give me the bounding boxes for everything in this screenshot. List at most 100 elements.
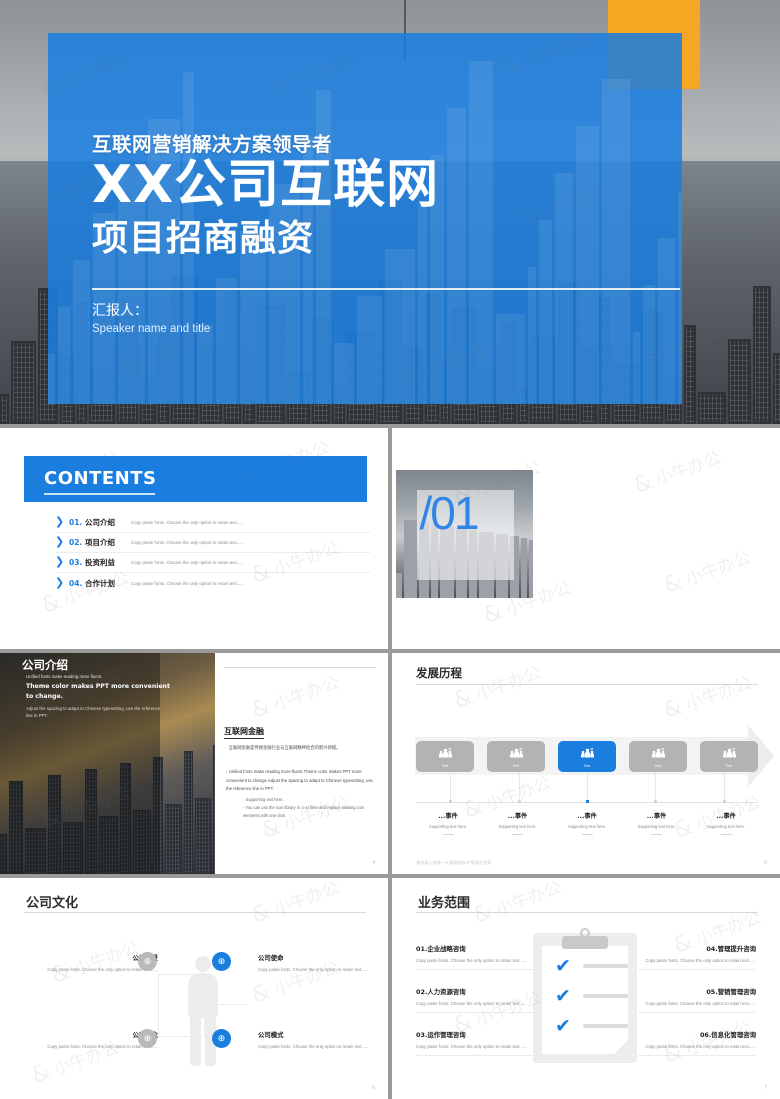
timeline-event-rule xyxy=(512,834,523,835)
culture-title: 公司文化 xyxy=(26,896,79,911)
slide-business-scope[interactable]: 业务范围 ✔ ✔ ✔ 01.企业战略咨询 Copy paste fonts. C… xyxy=(392,878,780,1099)
timeline-event-rule xyxy=(581,834,593,835)
contents-item-number: 04. xyxy=(69,578,83,588)
timeline-card-2[interactable]: Text xyxy=(487,741,545,772)
business-item-rule xyxy=(638,1012,756,1013)
business-item-title: 02.人力资源咨询 xyxy=(416,988,466,996)
timeline-event-support: Supporting text here. xyxy=(637,824,676,829)
business-item-1[interactable]: 01.企业战略咨询 Copy paste fonts. Choose the o… xyxy=(416,944,534,970)
business-item-4[interactable]: 04.管理提升咨询 Copy paste fonts. Choose the o… xyxy=(638,944,756,970)
company-intro-bullet-1: · 互联网金融是传统金融行业与互联网精神结合的新兴领域。 xyxy=(226,745,341,750)
culture-quadrant-4[interactable]: 公司模式 Copy paste fonts. Choose the only o… xyxy=(258,1030,386,1050)
group-icon xyxy=(509,747,523,758)
business-item-rule xyxy=(638,1055,756,1056)
checkmark-icon-3: ✔ xyxy=(555,1016,571,1037)
slide-thumbnail-deck: 互联网营销解决方案领导者 XX公司互联网 项目招商融资 汇报人： Speaker… xyxy=(0,0,780,1099)
target-icon[interactable]: ⊕ xyxy=(212,952,231,971)
company-intro-bullet-2: · Unified fonts make reading more fluent… xyxy=(226,769,373,791)
globe-icon[interactable]: ⊕ xyxy=(138,952,157,971)
page-number: 5 xyxy=(764,860,767,866)
business-item-title: 04.管理提升咨询 xyxy=(706,945,756,953)
bullet-1-text: 互联网金融是传统金融行业与互联网精神结合的新兴领域。 xyxy=(228,745,341,750)
business-item-desc: Copy paste fonts. Choose the only option… xyxy=(645,1001,756,1006)
section-photo: /01 xyxy=(396,470,533,598)
company-intro-photo-title: 公司介绍 xyxy=(22,658,68,672)
timeline-card-4[interactable]: Text xyxy=(629,741,687,772)
business-item-5[interactable]: 05.营销管理咨询 Copy paste fonts. Choose the o… xyxy=(638,987,756,1013)
timeline-event-name: ...事件 xyxy=(438,813,458,820)
timeline-card-5[interactable]: Text xyxy=(700,741,758,772)
timeline-card-1[interactable]: Text xyxy=(416,741,474,772)
timeline-dot-2 xyxy=(518,800,521,803)
network-icon[interactable]: ⊕ xyxy=(212,1029,231,1048)
contents-item-desc: Copy paste fonts. Choose the only option… xyxy=(131,560,245,565)
timeline-footnote: 请勿插入原单一元素和团队中等成员文案 xyxy=(416,860,492,865)
timeline-event-support: Supporting text here. xyxy=(498,824,537,829)
business-item-2[interactable]: 02.人力资源咨询 Copy paste fonts. Choose the o… xyxy=(416,987,534,1013)
bullet-2-text: Unified fonts make reading more fluent.T… xyxy=(226,769,373,791)
culture-quadrant-title: 公司模式 xyxy=(258,1031,284,1039)
contents-item-name: 投资利益 xyxy=(85,558,115,567)
cover-speaker-name: Speaker name and title xyxy=(92,323,211,335)
idea-icon[interactable]: ⊕ xyxy=(138,1029,157,1048)
thumbnail-row-2: CONTENTS ❯ 01. 公司介绍 Copy paste fonts. Ch… xyxy=(0,428,780,649)
group-icon xyxy=(722,745,736,763)
timeline-dot-1 xyxy=(449,800,452,803)
contents-item-number: 01. xyxy=(69,518,83,527)
business-item-title: 03.运作管理咨询 xyxy=(416,1031,466,1039)
contents-item-4[interactable]: ❯ 04. 合作计划 Copy paste fonts. Choose the … xyxy=(55,573,370,593)
slide-cover[interactable]: 互联网营销解决方案领导者 XX公司互联网 项目招商融资 汇报人： Speaker… xyxy=(0,0,780,424)
contents-item-number: 02. xyxy=(69,538,83,547)
thumbnail-row-4: 公司文化 公司愿景 Copy paste fonts. Choose the o… xyxy=(0,878,780,1099)
contents-item-desc: Copy paste fonts. Choose the only option… xyxy=(131,540,245,545)
business-item-title: 01.企业战略咨询 xyxy=(416,945,466,953)
culture-quadrant-2[interactable]: 公司使命 Copy paste fonts. Choose the only o… xyxy=(258,953,386,973)
company-intro-photo-p1: Unified fonts make reading more fluent. xyxy=(26,674,103,679)
company-intro-divider xyxy=(224,667,376,668)
cover-subtitle: 互联网营销解决方案领导者 xyxy=(92,133,333,156)
bullet-4-text: You can use the icon library in ⊙ to fil… xyxy=(243,805,365,818)
bullet-3-text: Supporting text here. xyxy=(245,797,284,802)
contents-item-number: 03. xyxy=(69,558,83,567)
contents-item-3[interactable]: ❯ 03. 投资利益 Copy paste fonts. Choose the … xyxy=(55,553,370,573)
company-intro-heading: 互联网金融 xyxy=(224,726,264,739)
business-item-6[interactable]: 06.信息化管理咨询 Copy paste fonts. Choose the … xyxy=(638,1030,756,1056)
business-item-3[interactable]: 03.运作管理咨询 Copy paste fonts. Choose the o… xyxy=(416,1030,534,1056)
timeline-dot-4 xyxy=(654,800,657,803)
group-icon xyxy=(438,745,452,763)
timeline-event-name: ...事件 xyxy=(577,813,597,820)
culture-quadrant-desc: Copy paste fonts. Choose the only option… xyxy=(258,1044,369,1049)
timeline-dot-3 xyxy=(586,800,589,803)
culture-title-rule xyxy=(24,912,366,913)
timeline-title-rule xyxy=(416,684,758,685)
slide-section-divider[interactable]: /01 公司介绍 公司简介 发展历程 公司文化 业务范围 核心团队 & 小牛办公… xyxy=(392,428,780,649)
timeline-event-1: ...事件 Supporting text here. xyxy=(416,811,480,835)
contents-item-1[interactable]: ❯ 01. 公司介绍 Copy paste fonts. Choose the … xyxy=(55,513,370,533)
group-icon xyxy=(580,747,594,758)
slide-company-intro[interactable]: 公司介绍 Unified fonts make reading more flu… xyxy=(0,653,388,874)
slide-company-culture[interactable]: 公司文化 公司愿景 Copy paste fonts. Choose the o… xyxy=(0,878,388,1099)
timeline-event-rule xyxy=(720,834,732,835)
timeline-event-rule xyxy=(442,834,454,835)
cover-title-line2: 项目招商融资 xyxy=(92,218,315,259)
timeline-event-4: ...事件 Supporting text here. xyxy=(625,811,689,835)
business-title-rule xyxy=(416,912,758,913)
chevron-right-icon: ❯ xyxy=(55,576,65,589)
timeline-card-caption: Text xyxy=(725,764,733,768)
contents-item-name: 合作计划 xyxy=(85,578,115,588)
slide-contents[interactable]: CONTENTS ❯ 01. 公司介绍 Copy paste fonts. Ch… xyxy=(0,428,388,649)
group-icon xyxy=(722,747,736,758)
timeline-card-3[interactable]: Text xyxy=(558,741,616,772)
group-icon xyxy=(509,745,523,763)
contents-item-2[interactable]: ❯ 02. 项目介绍 Copy paste fonts. Choose the … xyxy=(55,533,370,553)
contents-heading: CONTENTS xyxy=(44,468,157,489)
business-item-title: 05.营销管理咨询 xyxy=(706,988,756,996)
timeline-event-support: Supporting text here. xyxy=(706,824,745,829)
clipboard-icon: ✔ ✔ ✔ xyxy=(533,928,637,1063)
chevron-right-icon: ❯ xyxy=(55,556,65,568)
timeline-card-caption: Text xyxy=(512,764,520,768)
slide-timeline[interactable]: 发展历程 Text Text Text Text Text ...事件 Supp… xyxy=(392,653,780,874)
group-icon xyxy=(580,745,594,763)
person-silhouette-icon xyxy=(186,956,220,1066)
chevron-right-icon: ❯ xyxy=(55,516,65,528)
